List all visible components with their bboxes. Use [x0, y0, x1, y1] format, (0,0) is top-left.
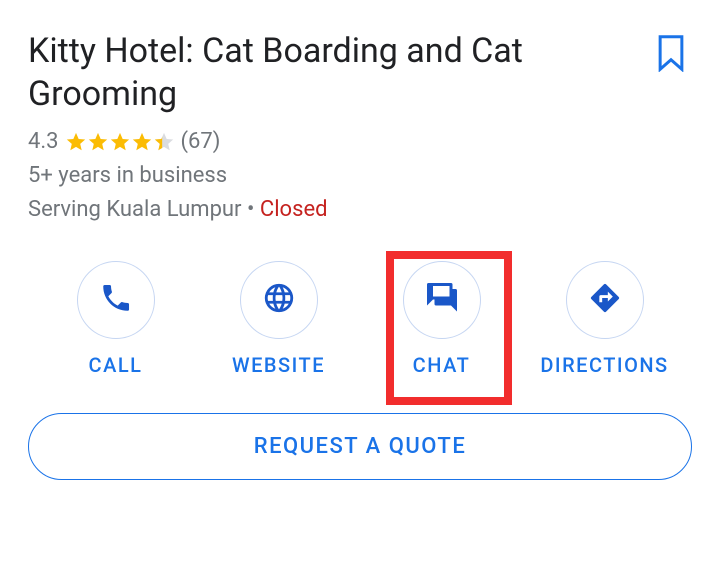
- chat-icon: [424, 280, 460, 320]
- chat-button[interactable]: CHAT: [367, 261, 517, 377]
- business-title: Kitty Hotel: Cat Boarding and Cat Groomi…: [28, 30, 608, 115]
- website-button[interactable]: WEBSITE: [204, 261, 354, 377]
- business-tenure: 5+ years in business: [28, 159, 692, 193]
- serving-area: Serving Kuala Lumpur: [28, 197, 242, 222]
- website-label: WEBSITE: [232, 353, 325, 377]
- globe-icon: [262, 281, 296, 319]
- open-status: Closed: [260, 197, 328, 222]
- rating-row[interactable]: 4.3 (67): [28, 125, 692, 159]
- call-button[interactable]: CALL: [41, 261, 191, 377]
- serving-line: Serving Kuala Lumpur • Closed: [28, 193, 692, 227]
- chat-label: CHAT: [413, 353, 471, 377]
- bookmark-icon[interactable]: [654, 34, 688, 76]
- separator-dot: •: [247, 197, 254, 222]
- review-count: (67): [181, 125, 221, 159]
- directions-button[interactable]: DIRECTIONS: [530, 261, 680, 377]
- directions-label: DIRECTIONS: [540, 353, 668, 377]
- star-rating: [65, 131, 175, 153]
- phone-icon: [99, 281, 133, 319]
- request-quote-button[interactable]: REQUEST A QUOTE: [28, 413, 692, 480]
- rating-value: 4.3: [28, 125, 59, 159]
- directions-icon: [588, 281, 622, 319]
- call-label: CALL: [89, 353, 143, 377]
